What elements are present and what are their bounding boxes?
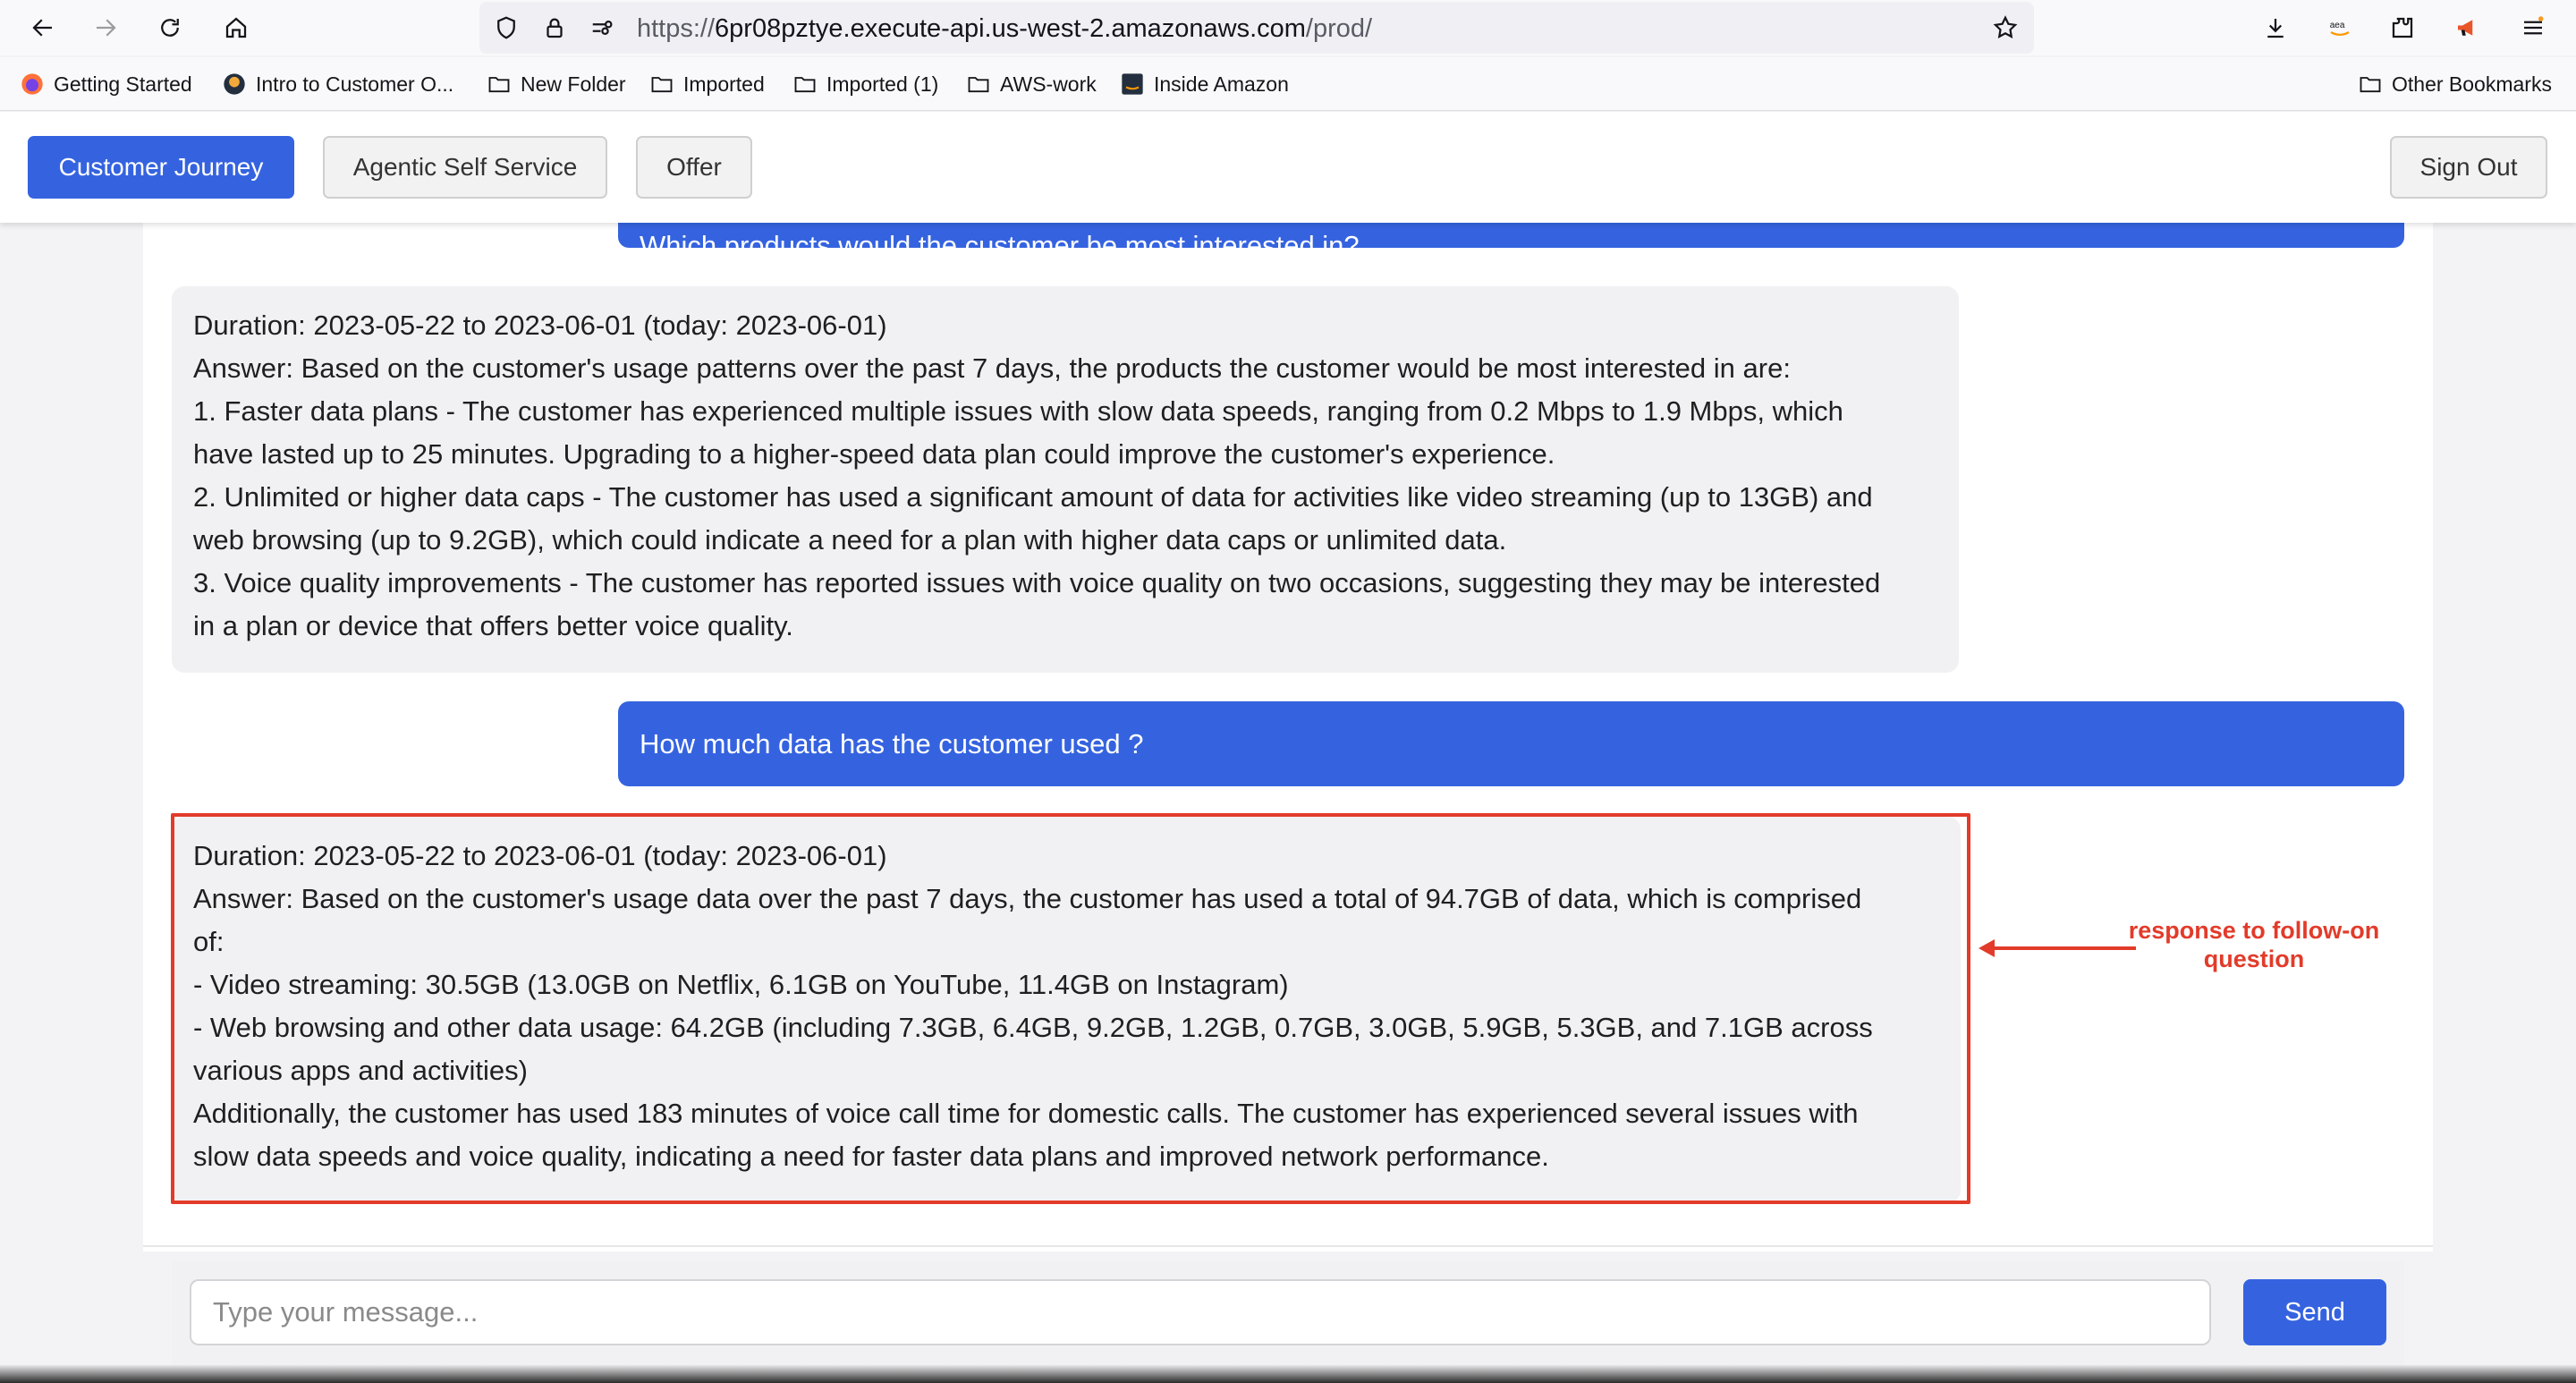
bookmark-intro-customer[interactable]: Intro to Customer O... [222, 68, 453, 100]
shield-icon[interactable] [488, 10, 524, 46]
download-icon[interactable] [2258, 10, 2293, 46]
folder-icon [649, 72, 674, 97]
user-message-partial: Which products would the customer be mos… [618, 223, 2404, 248]
bookmark-aws-work[interactable]: AWS-work [966, 68, 1097, 100]
sign-out-button[interactable]: Sign Out [2390, 136, 2547, 199]
tab-customer-journey[interactable]: Customer Journey [28, 136, 294, 199]
bookmark-star-icon[interactable] [1987, 10, 2023, 46]
window-bottom-edge [0, 1365, 2576, 1383]
home-icon[interactable] [218, 10, 254, 46]
app-header: Customer Journey Agentic Self Service Of… [0, 112, 2576, 223]
bookmark-imported-1[interactable]: Imported (1) [792, 68, 938, 100]
reload-icon[interactable] [152, 10, 188, 46]
user-message-text: How much data has the customer used ? [640, 727, 1144, 759]
back-icon[interactable] [25, 10, 61, 46]
browser-toolbar: https://6pr08pztye.execute-api.us-west-2… [0, 0, 2576, 55]
folder-icon [487, 72, 512, 97]
send-button[interactable]: Send [2243, 1279, 2386, 1345]
folder-icon [966, 72, 991, 97]
svg-text:aea: aea [2330, 21, 2345, 30]
bookmarks-bar: Getting Started Intro to Customer O... N… [0, 57, 2576, 111]
composer: Send [172, 1261, 2404, 1365]
folder-icon [2358, 72, 2383, 97]
forward-icon[interactable] [88, 10, 123, 46]
megaphone-icon[interactable] [2449, 10, 2485, 46]
bookmark-label: Imported [683, 72, 765, 96]
chat-area[interactable]: Which products would the customer be mos… [143, 223, 2433, 1251]
lock-icon[interactable] [537, 10, 572, 46]
bot-message-line: web browsing (up to 9.2GB), which could … [193, 524, 1507, 556]
bot-message: Duration: 2023-05-22 to 2023-06-01 (toda… [172, 286, 1959, 673]
bookmark-imported[interactable]: Imported [649, 68, 765, 100]
highlight-box [171, 813, 1970, 1204]
annotation-label: response to follow-on question [2111, 916, 2397, 973]
bookmark-getting-started[interactable]: Getting Started [20, 68, 192, 100]
bookmark-label: New Folder [521, 72, 626, 96]
bot-message-line: 2. Unlimited or higher data caps - The c… [193, 481, 1873, 513]
annotation-line: response to follow-on [2128, 917, 2380, 944]
amazon-extension-icon[interactable]: aea [2322, 10, 2358, 46]
site-favicon [222, 72, 247, 97]
message-input[interactable] [190, 1279, 2211, 1345]
bookmark-label: Inside Amazon [1154, 72, 1289, 96]
bookmark-label: Intro to Customer O... [256, 72, 454, 96]
firefox-icon [20, 72, 45, 97]
folder-icon [792, 72, 818, 97]
tab-offer[interactable]: Offer [636, 136, 752, 199]
url-path: /prod/ [1305, 14, 1373, 43]
bookmark-label: AWS-work [1000, 72, 1097, 96]
bookmark-label: Other Bookmarks [2392, 72, 2552, 96]
bot-message-line: Answer: Based on the customer's usage pa… [193, 352, 1791, 384]
bookmark-new-folder[interactable]: New Folder [487, 68, 626, 100]
url-text[interactable]: https://6pr08pztye.execute-api.us-west-2… [637, 14, 1372, 44]
menu-icon[interactable] [2515, 10, 2551, 46]
site-permissions-icon[interactable] [585, 10, 621, 46]
bot-message-line: 1. Faster data plans - The customer has … [193, 395, 1843, 427]
amazon-icon [1120, 72, 1145, 97]
bot-message-line: in a plan or device that offers better v… [193, 610, 793, 641]
extensions-puzzle-icon[interactable] [2385, 10, 2420, 46]
user-message: How much data has the customer used ? [618, 701, 2404, 786]
url-host: 6pr08pztye.execute-api.us-west-2.amazona… [715, 14, 1306, 43]
bookmark-label: Getting Started [54, 72, 192, 96]
url-prefix: https:// [637, 14, 716, 43]
user-message-text: Which products would the customer be mos… [640, 230, 1360, 248]
url-bar[interactable]: https://6pr08pztye.execute-api.us-west-2… [479, 2, 2034, 54]
divider [143, 1245, 2433, 1247]
annotation-line: question [2203, 946, 2305, 972]
bot-message-line: 3. Voice quality improvements - The cust… [193, 567, 1881, 598]
tab-agentic-self-service[interactable]: Agentic Self Service [323, 136, 607, 199]
bot-message-line: have lasted up to 25 minutes. Upgrading … [193, 438, 1555, 470]
bookmark-inside-amazon[interactable]: Inside Amazon [1120, 68, 1289, 100]
bot-message-line: Duration: 2023-05-22 to 2023-06-01 (toda… [193, 310, 887, 341]
bookmark-other-bookmarks[interactable]: Other Bookmarks [2358, 68, 2552, 100]
bookmark-label: Imported (1) [826, 72, 939, 96]
